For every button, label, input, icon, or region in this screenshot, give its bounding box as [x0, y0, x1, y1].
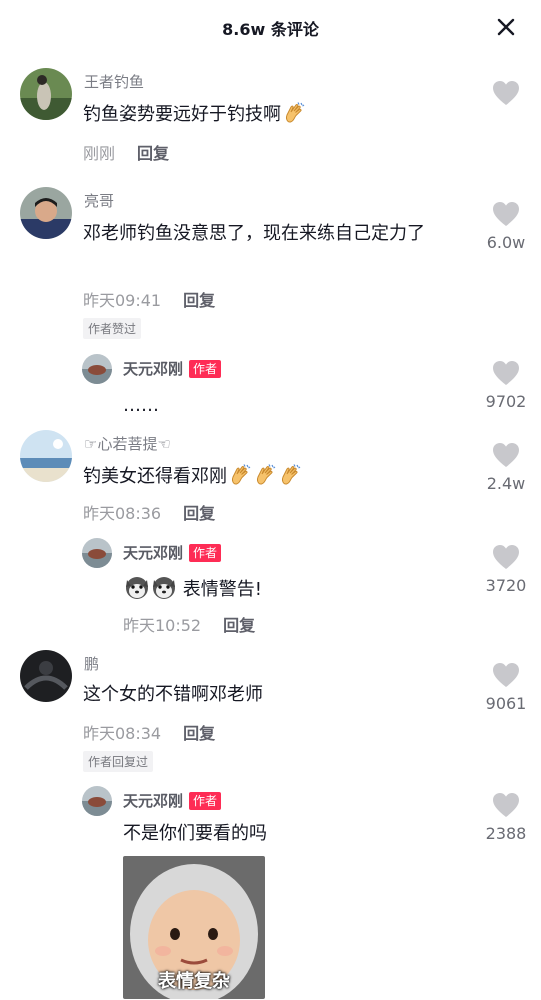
heart-icon[interactable]: [492, 442, 520, 468]
dog-emoji-icon: [124, 574, 150, 600]
reply-button[interactable]: 回复: [137, 144, 169, 163]
author-name[interactable]: 天元邓刚: [123, 358, 183, 379]
clap-emoji-icon: [282, 101, 306, 125]
like-count: 2.4w: [486, 474, 526, 493]
reply-text: 不是你们要看的吗: [123, 823, 267, 844]
author-liked-tag: 作者赞过: [83, 318, 142, 339]
like-count: 6.0w: [486, 233, 526, 252]
reply-username: 天元邓刚 作者: [123, 542, 222, 563]
author-badge: 作者: [189, 543, 222, 562]
like-button[interactable]: 3720: [481, 544, 531, 595]
like-button[interactable]: [481, 80, 531, 106]
heart-icon[interactable]: [492, 544, 520, 570]
reply-button[interactable]: 回复: [183, 504, 215, 523]
author-name[interactable]: 天元邓刚: [123, 790, 183, 811]
like-button[interactable]: 9061: [481, 662, 531, 713]
avatar[interactable]: [82, 354, 112, 384]
comments-count-title: 8.6w 条评论: [222, 20, 319, 39]
comment-username[interactable]: 亮哥: [84, 190, 114, 211]
like-button[interactable]: 6.0w: [481, 201, 531, 252]
avatar[interactable]: [20, 430, 72, 482]
sticker-image[interactable]: 表情复杂: [123, 856, 265, 999]
comment-meta: 昨天08:34 回复: [83, 720, 215, 744]
avatar[interactable]: [82, 786, 112, 816]
clap-emoji-icon: [253, 463, 277, 487]
reply-text: 表情警告!: [123, 574, 262, 604]
comment-time: 昨天08:34: [83, 724, 162, 743]
like-button[interactable]: 2.4w: [481, 442, 531, 493]
comment-time: 刚刚: [83, 144, 116, 163]
avatar[interactable]: [82, 538, 112, 568]
comment-text: 钓鱼姿势要远好于钓技啊: [83, 101, 306, 129]
like-button[interactable]: 2388: [481, 792, 531, 843]
reply-meta: 昨天10:52 回复: [123, 612, 255, 636]
comment-time: 昨天08:36: [83, 504, 162, 523]
like-count: 9061: [485, 694, 527, 713]
comment-username[interactable]: 鹏: [84, 653, 99, 674]
reply-time: 昨天10:52: [123, 616, 202, 635]
clap-emoji-icon: [278, 463, 302, 487]
comment-username[interactable]: ☞心若菩提☜: [84, 433, 171, 454]
reply-text: ……: [123, 395, 159, 416]
author-badge: 作者: [189, 791, 222, 810]
author-replied-tag: 作者回复过: [83, 751, 154, 772]
clap-emoji-icon: [228, 463, 252, 487]
avatar[interactable]: [20, 650, 72, 702]
reply-button[interactable]: 回复: [183, 291, 215, 310]
heart-icon[interactable]: [492, 792, 520, 818]
comment-text: 钓美女还得看邓刚: [83, 463, 302, 491]
reply-button[interactable]: 回复: [223, 616, 255, 635]
author-name[interactable]: 天元邓刚: [123, 542, 183, 563]
close-icon[interactable]: [493, 14, 519, 40]
heart-icon[interactable]: [492, 662, 520, 688]
reply-button[interactable]: 回复: [183, 724, 215, 743]
reply-username: 天元邓刚 作者: [123, 790, 222, 811]
like-button[interactable]: 9702: [481, 360, 531, 411]
comment-text: 这个女的不错啊邓老师: [83, 684, 263, 705]
comment-username[interactable]: 王者钓鱼: [84, 71, 144, 92]
comment-meta: 昨天09:41 回复: [83, 287, 215, 311]
reply-username: 天元邓刚 作者: [123, 358, 222, 379]
comment-meta: 昨天08:36 回复: [83, 500, 215, 524]
heart-icon[interactable]: [492, 80, 520, 106]
heart-icon[interactable]: [492, 201, 520, 227]
comment-meta: 刚刚 回复: [83, 140, 169, 164]
comment-time: 昨天09:41: [83, 291, 162, 310]
sticker-caption: 表情复杂: [158, 971, 230, 992]
avatar[interactable]: [20, 68, 72, 120]
like-count: 2388: [485, 824, 527, 843]
like-count: 9702: [485, 392, 527, 411]
dog-emoji-icon: [151, 574, 177, 600]
heart-icon[interactable]: [492, 360, 520, 386]
author-badge: 作者: [189, 359, 222, 378]
comment-text: 邓老师钓鱼没意思了，现在来练自己定力了: [83, 223, 425, 244]
like-count: 3720: [485, 576, 527, 595]
avatar[interactable]: [20, 187, 72, 239]
